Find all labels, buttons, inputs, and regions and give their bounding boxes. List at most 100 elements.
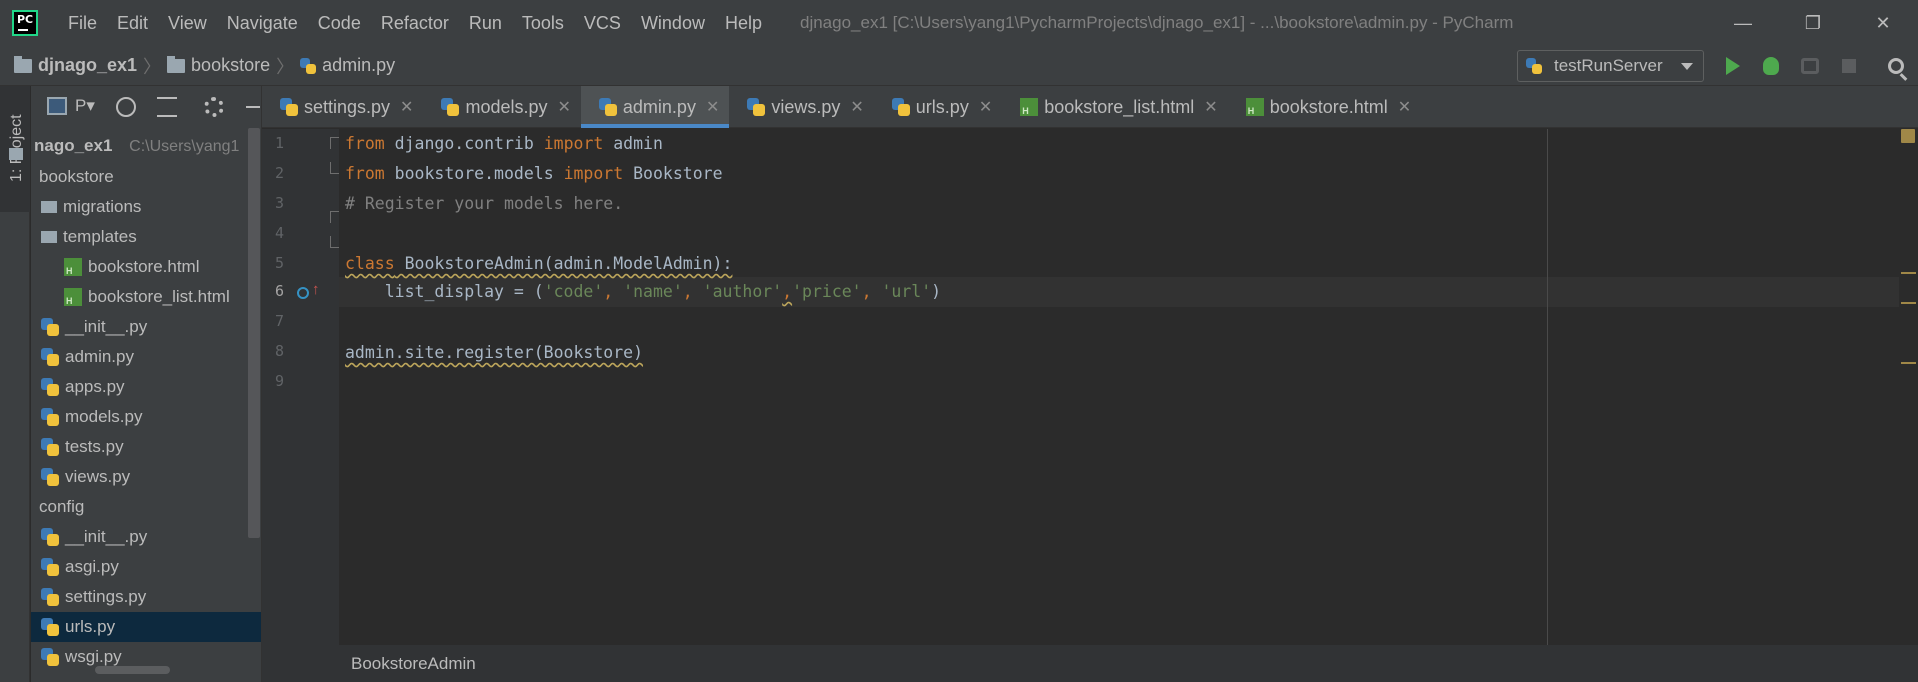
- breadcrumb-bookstore-label: bookstore: [191, 55, 271, 75]
- code-line-2: from bookstore.models import Bookstore: [345, 164, 723, 183]
- menu-window[interactable]: Window: [631, 13, 715, 34]
- tree-item-label: urls.py: [65, 617, 116, 636]
- python-file-icon: [41, 438, 59, 456]
- close-icon[interactable]: ✕: [400, 97, 413, 117]
- inspection-status-icon[interactable]: [1901, 129, 1915, 143]
- warning-marker[interactable]: [1901, 272, 1916, 274]
- editor-tab-label: settings.py: [304, 96, 391, 117]
- tree-root[interactable]: nago_ex1 C:\Users\yang1: [34, 136, 239, 156]
- python-file-icon: [41, 318, 59, 336]
- tree-item[interactable]: bookstore.html: [31, 252, 261, 282]
- python-file-icon: [41, 648, 59, 666]
- tree-root-path: C:\Users\yang1: [129, 138, 240, 155]
- tree-item[interactable]: templates: [31, 222, 261, 252]
- close-icon[interactable]: ✕: [979, 97, 992, 117]
- tree-item-label: settings.py: [65, 587, 147, 606]
- code-editor[interactable]: from django.contrib import admin from bo…: [339, 129, 1899, 645]
- menu-vcs[interactable]: VCS: [574, 13, 631, 34]
- menu-code[interactable]: Code: [308, 13, 371, 34]
- hide-panel-icon[interactable]: [246, 106, 260, 108]
- menu-edit[interactable]: Edit: [107, 13, 158, 34]
- folder-icon: [41, 231, 57, 243]
- python-file-icon: [598, 98, 617, 116]
- override-arrow-icon: ↑: [312, 281, 320, 298]
- html-file-icon: [1020, 98, 1039, 116]
- locate-file-icon[interactable]: [116, 97, 136, 117]
- breadcrumb-bookstore[interactable]: bookstore: [167, 55, 270, 76]
- python-file-icon: [41, 558, 59, 576]
- tree-item[interactable]: apps.py: [31, 372, 261, 402]
- close-icon[interactable]: ✕: [1398, 97, 1411, 117]
- run-button[interactable]: [1722, 55, 1744, 77]
- code-line-1: from django.contrib import admin: [345, 134, 663, 153]
- tree-item[interactable]: views.py: [31, 462, 261, 492]
- tree-item-label: migrations: [63, 197, 142, 216]
- menu-view[interactable]: View: [158, 13, 217, 34]
- editor-tab-label: bookstore_list.html: [1044, 96, 1195, 117]
- debug-button[interactable]: [1760, 55, 1782, 77]
- tree-item-label: admin.py: [65, 347, 134, 366]
- run-configuration-label: testRunServer: [1554, 56, 1663, 75]
- tree-item[interactable]: urls.py: [31, 612, 261, 642]
- search-everywhere-button[interactable]: [1885, 55, 1907, 77]
- editor-tab[interactable]: urls.py ✕: [874, 86, 1002, 128]
- run-with-coverage-button[interactable]: [1799, 55, 1821, 77]
- stop-button[interactable]: [1838, 55, 1860, 77]
- close-icon[interactable]: ✕: [706, 97, 719, 117]
- tree-item-label: tests.py: [65, 437, 124, 456]
- menu-run[interactable]: Run: [459, 13, 512, 34]
- tree-item[interactable]: config: [31, 492, 261, 522]
- navigation-bar: djnago_ex1 〉 bookstore 〉 admin.py testRu…: [0, 46, 1918, 86]
- editor-tab[interactable]: models.py ✕: [423, 86, 580, 128]
- warning-marker[interactable]: [1901, 302, 1916, 304]
- editor-breadcrumb-class[interactable]: BookstoreAdmin: [351, 654, 476, 674]
- project-panel: P▾ nago_ex1 C:\Users\yang1 bookstore migr…: [31, 86, 262, 682]
- editor-tab[interactable]: admin.py ✕: [580, 86, 730, 128]
- editor-tab[interactable]: bookstore_list.html ✕: [1002, 86, 1227, 128]
- tree-item[interactable]: __init__.py: [31, 312, 261, 342]
- tree-item[interactable]: bookstore: [31, 162, 261, 192]
- editor-tab[interactable]: bookstore.html ✕: [1228, 86, 1421, 128]
- editor-tab[interactable]: settings.py ✕: [262, 86, 423, 128]
- error-stripe[interactable]: [1899, 129, 1918, 645]
- pycharm-logo-icon: PC: [12, 10, 38, 36]
- project-view-icon[interactable]: [47, 97, 67, 115]
- close-icon[interactable]: ✕: [1204, 97, 1217, 117]
- restore-button[interactable]: ❐: [1778, 0, 1848, 46]
- menu-tools[interactable]: Tools: [512, 13, 574, 34]
- editor-tab[interactable]: views.py ✕: [729, 86, 873, 128]
- tree-item[interactable]: migrations: [31, 192, 261, 222]
- code-line-3: # Register your models here.: [345, 194, 624, 213]
- tree-item[interactable]: asgi.py: [31, 552, 261, 582]
- vertical-scrollbar[interactable]: [248, 128, 260, 538]
- close-icon[interactable]: ✕: [850, 97, 863, 117]
- run-configuration-dropdown[interactable]: testRunServer: [1517, 50, 1704, 82]
- horizontal-scrollbar[interactable]: [95, 666, 170, 674]
- tree-item[interactable]: __init__.py: [31, 522, 261, 552]
- folder-icon: [14, 55, 32, 73]
- breadcrumb-file[interactable]: admin.py: [300, 55, 395, 76]
- folder-icon: [9, 148, 23, 160]
- menu-refactor[interactable]: Refactor: [371, 13, 459, 34]
- tree-item[interactable]: models.py: [31, 402, 261, 432]
- menu-help[interactable]: Help: [715, 13, 772, 34]
- warning-marker[interactable]: [1901, 362, 1916, 364]
- minimize-button[interactable]: —: [1708, 0, 1778, 46]
- close-window-button[interactable]: ✕: [1848, 0, 1918, 46]
- breadcrumb-project[interactable]: djnago_ex1: [14, 55, 137, 76]
- project-view-selector[interactable]: P▾: [75, 96, 95, 116]
- tree-item[interactable]: settings.py: [31, 582, 261, 612]
- tree-item[interactable]: admin.py: [31, 342, 261, 372]
- menu-navigate[interactable]: Navigate: [217, 13, 308, 34]
- collapse-all-icon[interactable]: [157, 97, 177, 117]
- tree-item[interactable]: bookstore_list.html: [31, 282, 261, 312]
- python-file-icon: [41, 408, 59, 426]
- menu-file[interactable]: File: [58, 13, 107, 34]
- gear-icon[interactable]: [204, 97, 224, 117]
- editor-tab-label: urls.py: [915, 96, 969, 117]
- overrides-icon[interactable]: [297, 287, 309, 299]
- project-tool-window-tab[interactable]: 1: Project: [0, 86, 30, 212]
- tree-item[interactable]: tests.py: [31, 432, 261, 462]
- right-margin-guide: [1547, 129, 1548, 645]
- close-icon[interactable]: ✕: [558, 97, 571, 117]
